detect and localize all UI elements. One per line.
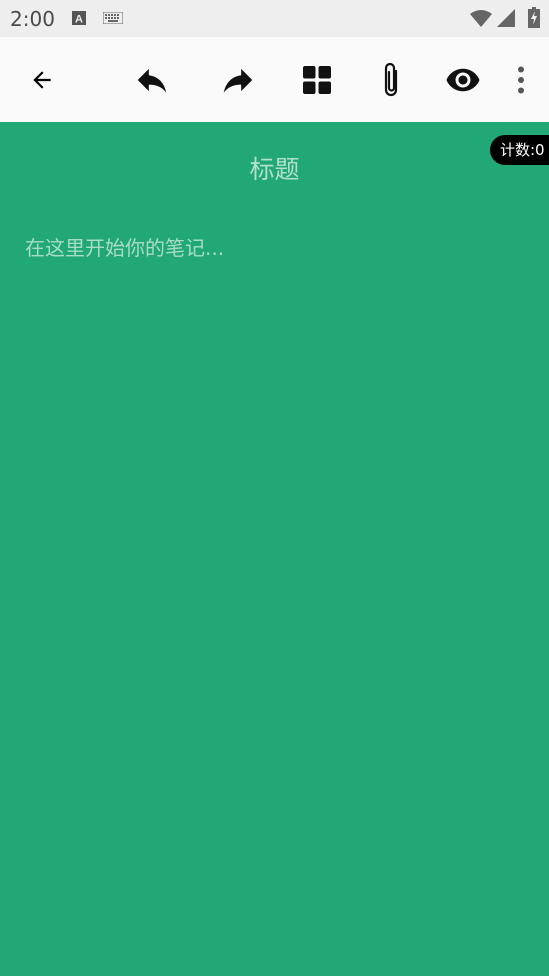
signal-icon	[497, 9, 515, 27]
preview-button[interactable]	[441, 58, 485, 102]
back-button[interactable]	[20, 58, 64, 102]
more-vert-icon	[518, 66, 524, 94]
redo-button[interactable]	[216, 58, 260, 102]
attachment-button[interactable]	[369, 58, 413, 102]
keyboard-icon	[103, 12, 123, 24]
word-counter-badge: 计数:0	[490, 135, 549, 165]
redo-icon	[223, 68, 253, 93]
more-options-button[interactable]	[499, 58, 543, 102]
undo-button[interactable]	[130, 58, 174, 102]
grid-button[interactable]	[295, 58, 339, 102]
status-bar: 2:00 A	[0, 0, 549, 37]
editor-toolbar	[0, 37, 549, 122]
wifi-icon	[470, 10, 492, 27]
status-time: 2:00	[10, 7, 55, 31]
attachment-icon	[384, 62, 398, 97]
body-input[interactable]: 在这里开始你的笔记...	[25, 232, 224, 261]
svg-text:A: A	[75, 14, 83, 26]
grid-icon	[303, 66, 331, 94]
battery-charging-icon	[528, 7, 540, 28]
back-arrow-icon	[33, 71, 51, 89]
undo-icon	[137, 68, 167, 93]
note-editor: 标题 在这里开始你的笔记... 计数:0	[0, 122, 549, 976]
eye-icon	[446, 68, 480, 92]
font-a-icon: A	[72, 11, 86, 25]
title-input[interactable]: 标题	[0, 150, 549, 186]
